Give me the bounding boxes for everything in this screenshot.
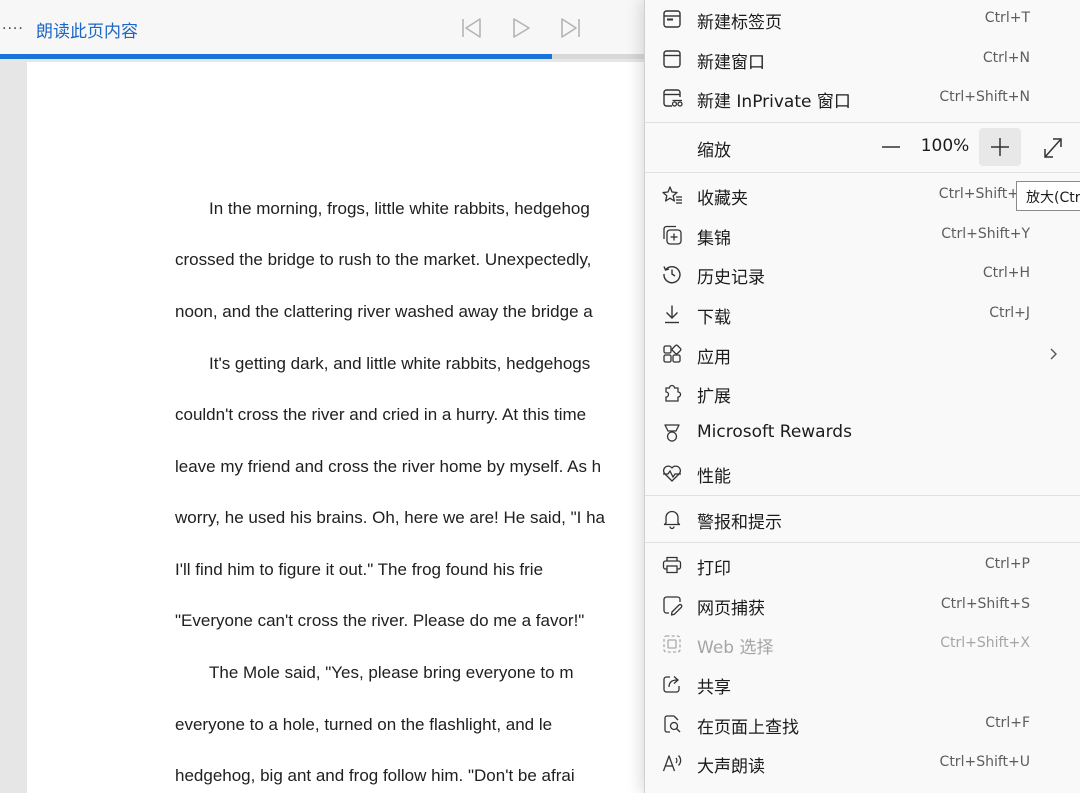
performance-icon bbox=[661, 462, 683, 484]
menu-item-label: 网页捕获 bbox=[697, 599, 765, 619]
menu-item-favorites[interactable]: 收藏夹 Ctrl+Shift+ bbox=[645, 176, 1080, 214]
menu-item-find-on-page[interactable]: 在页面上查找 Ctrl+F bbox=[645, 705, 1080, 743]
chevron-right-icon bbox=[1047, 344, 1061, 364]
text-line: I'll find him to figure it out." The fro… bbox=[175, 560, 544, 579]
menu-item-label: 大声朗读 bbox=[697, 757, 765, 777]
menu-item-label: Microsoft Rewards bbox=[697, 422, 852, 442]
menu-item-label: 性能 bbox=[697, 467, 731, 487]
menu-item-label: 历史记录 bbox=[697, 268, 765, 288]
download-icon bbox=[661, 303, 683, 325]
menu-item-label: 新建 InPrivate 窗口 bbox=[697, 92, 851, 112]
text-line: leave my friend and cross the river home… bbox=[175, 457, 602, 476]
play-icon[interactable] bbox=[506, 15, 536, 41]
menu-item-label: 缩放 bbox=[697, 141, 731, 161]
read-aloud-icon bbox=[661, 752, 683, 774]
document-page: In the morning, frogs, little white rabb… bbox=[27, 62, 667, 793]
menu-item-label: 警报和提示 bbox=[697, 513, 782, 533]
menu-item-label: 新建标签页 bbox=[697, 13, 782, 33]
zoom-in-button[interactable] bbox=[979, 128, 1021, 166]
settings-menu: 新建标签页 Ctrl+T 新建窗口 Ctrl+N 新建 InPrivate 窗口… bbox=[644, 0, 1080, 793]
new-tab-icon bbox=[661, 8, 683, 30]
zoom-level: 100% bbox=[920, 136, 970, 156]
menu-item-label: 集锦 bbox=[697, 229, 731, 249]
menu-separator bbox=[645, 172, 1080, 173]
menu-separator bbox=[645, 542, 1080, 543]
menu-item-shortcut: Ctrl+Shift+X bbox=[940, 635, 1030, 651]
menu-item-shortcut: Ctrl+F bbox=[985, 715, 1030, 731]
menu-item-alerts-and-tips[interactable]: 警报和提示 bbox=[645, 500, 1080, 538]
read-aloud-page-button[interactable]: 朗读此页内容 bbox=[36, 17, 138, 42]
extensions-icon bbox=[661, 382, 683, 404]
menu-item-new-tab[interactable]: 新建标签页 Ctrl+T bbox=[645, 0, 1080, 38]
text-line: "Everyone can't cross the river. Please … bbox=[175, 611, 585, 630]
web-capture-icon bbox=[661, 594, 683, 616]
menu-item-read-aloud[interactable]: 大声朗读 Ctrl+Shift+U bbox=[645, 744, 1080, 782]
menu-item-new-inprivate-window[interactable]: 新建 InPrivate 窗口 Ctrl+Shift+N bbox=[645, 79, 1080, 117]
share-icon bbox=[661, 673, 683, 695]
text-line: couldn't cross the river and cried in a … bbox=[175, 405, 587, 424]
menu-item-history[interactable]: 历史记录 Ctrl+H bbox=[645, 255, 1080, 293]
text-line: noon, and the clattering river washed aw… bbox=[175, 302, 593, 321]
menu-item-shortcut: Ctrl+J bbox=[989, 305, 1030, 321]
menu-separator bbox=[645, 122, 1080, 123]
menu-item-shortcut: Ctrl+H bbox=[982, 265, 1030, 281]
zoom-out-button[interactable] bbox=[875, 128, 907, 166]
menu-item-label: 扩展 bbox=[697, 387, 731, 407]
menu-item-label: 收藏夹 bbox=[697, 189, 748, 209]
menu-item-label: 在页面上查找 bbox=[697, 718, 799, 738]
menu-item-web-select: Web 选择 Ctrl+Shift+X bbox=[645, 625, 1080, 663]
menu-item-shortcut: Ctrl+Shift+S bbox=[940, 596, 1030, 612]
menu-item-shortcut: Ctrl+N bbox=[982, 50, 1030, 66]
menu-item-performance[interactable]: 性能 bbox=[645, 454, 1080, 492]
menu-item-apps[interactable]: 应用 bbox=[645, 335, 1080, 373]
menu-item-shortcut: Ctrl+T bbox=[984, 10, 1030, 26]
menu-item-print[interactable]: 打印 Ctrl+P bbox=[645, 546, 1080, 584]
menu-item-collections[interactable]: 集锦 Ctrl+Shift+Y bbox=[645, 216, 1080, 254]
inprivate-icon bbox=[661, 87, 683, 109]
zoom-in-tooltip: 放大(Ctr bbox=[1016, 181, 1080, 211]
menu-item-share[interactable]: 共享 bbox=[645, 665, 1080, 703]
menu-item-label: 打印 bbox=[697, 559, 731, 579]
menu-item-microsoft-rewards[interactable]: Microsoft Rewards bbox=[645, 414, 1080, 452]
menu-item-shortcut: Ctrl+Shift+Y bbox=[941, 226, 1030, 242]
menu-item-label: Web 选择 bbox=[697, 638, 774, 658]
menu-item-shortcut: Ctrl+Shift+N bbox=[939, 89, 1030, 105]
text-line: everyone to a hole, turned on the flashl… bbox=[175, 715, 553, 734]
more-icon[interactable]: .... bbox=[2, 17, 24, 33]
web-select-icon bbox=[661, 633, 683, 655]
favorites-icon bbox=[661, 184, 683, 206]
alert-bell-icon bbox=[661, 508, 683, 530]
menu-item-label: 下载 bbox=[697, 308, 731, 328]
text-line: It's getting dark, and little white rabb… bbox=[209, 354, 591, 373]
menu-item-label: 新建窗口 bbox=[697, 53, 765, 73]
menu-item-label: 应用 bbox=[697, 348, 731, 368]
text-line: In the morning, frogs, little white rabb… bbox=[209, 199, 590, 218]
fullscreen-icon[interactable] bbox=[1037, 128, 1069, 166]
menu-item-label: 共享 bbox=[697, 678, 731, 698]
menu-item-downloads[interactable]: 下载 Ctrl+J bbox=[645, 295, 1080, 333]
text-line: worry, he used his brains. Oh, here we a… bbox=[175, 508, 605, 527]
text-line: The Mole said, "Yes, please bring everyo… bbox=[209, 663, 574, 682]
rewards-icon bbox=[661, 422, 683, 444]
previous-track-icon[interactable] bbox=[456, 15, 486, 41]
next-track-icon[interactable] bbox=[556, 15, 586, 41]
find-icon bbox=[661, 713, 683, 735]
menu-separator bbox=[645, 495, 1080, 496]
history-icon bbox=[661, 263, 683, 285]
menu-item-shortcut: Ctrl+Shift+U bbox=[939, 754, 1030, 770]
print-icon bbox=[661, 554, 683, 576]
new-window-icon bbox=[661, 48, 683, 70]
menu-item-shortcut: Ctrl+Shift+ bbox=[938, 186, 1019, 202]
apps-icon bbox=[661, 343, 683, 365]
text-line: crossed the bridge to rush to the market… bbox=[175, 250, 592, 269]
menu-item-web-capture[interactable]: 网页捕获 Ctrl+Shift+S bbox=[645, 586, 1080, 624]
menu-item-shortcut: Ctrl+P bbox=[984, 556, 1030, 572]
menu-item-extensions[interactable]: 扩展 bbox=[645, 374, 1080, 412]
collections-icon bbox=[661, 224, 683, 246]
menu-item-new-window[interactable]: 新建窗口 Ctrl+N bbox=[645, 40, 1080, 78]
text-line: hedgehog, big ant and frog follow him. "… bbox=[175, 766, 575, 785]
menu-item-zoom: 缩放 100% bbox=[645, 128, 1080, 166]
